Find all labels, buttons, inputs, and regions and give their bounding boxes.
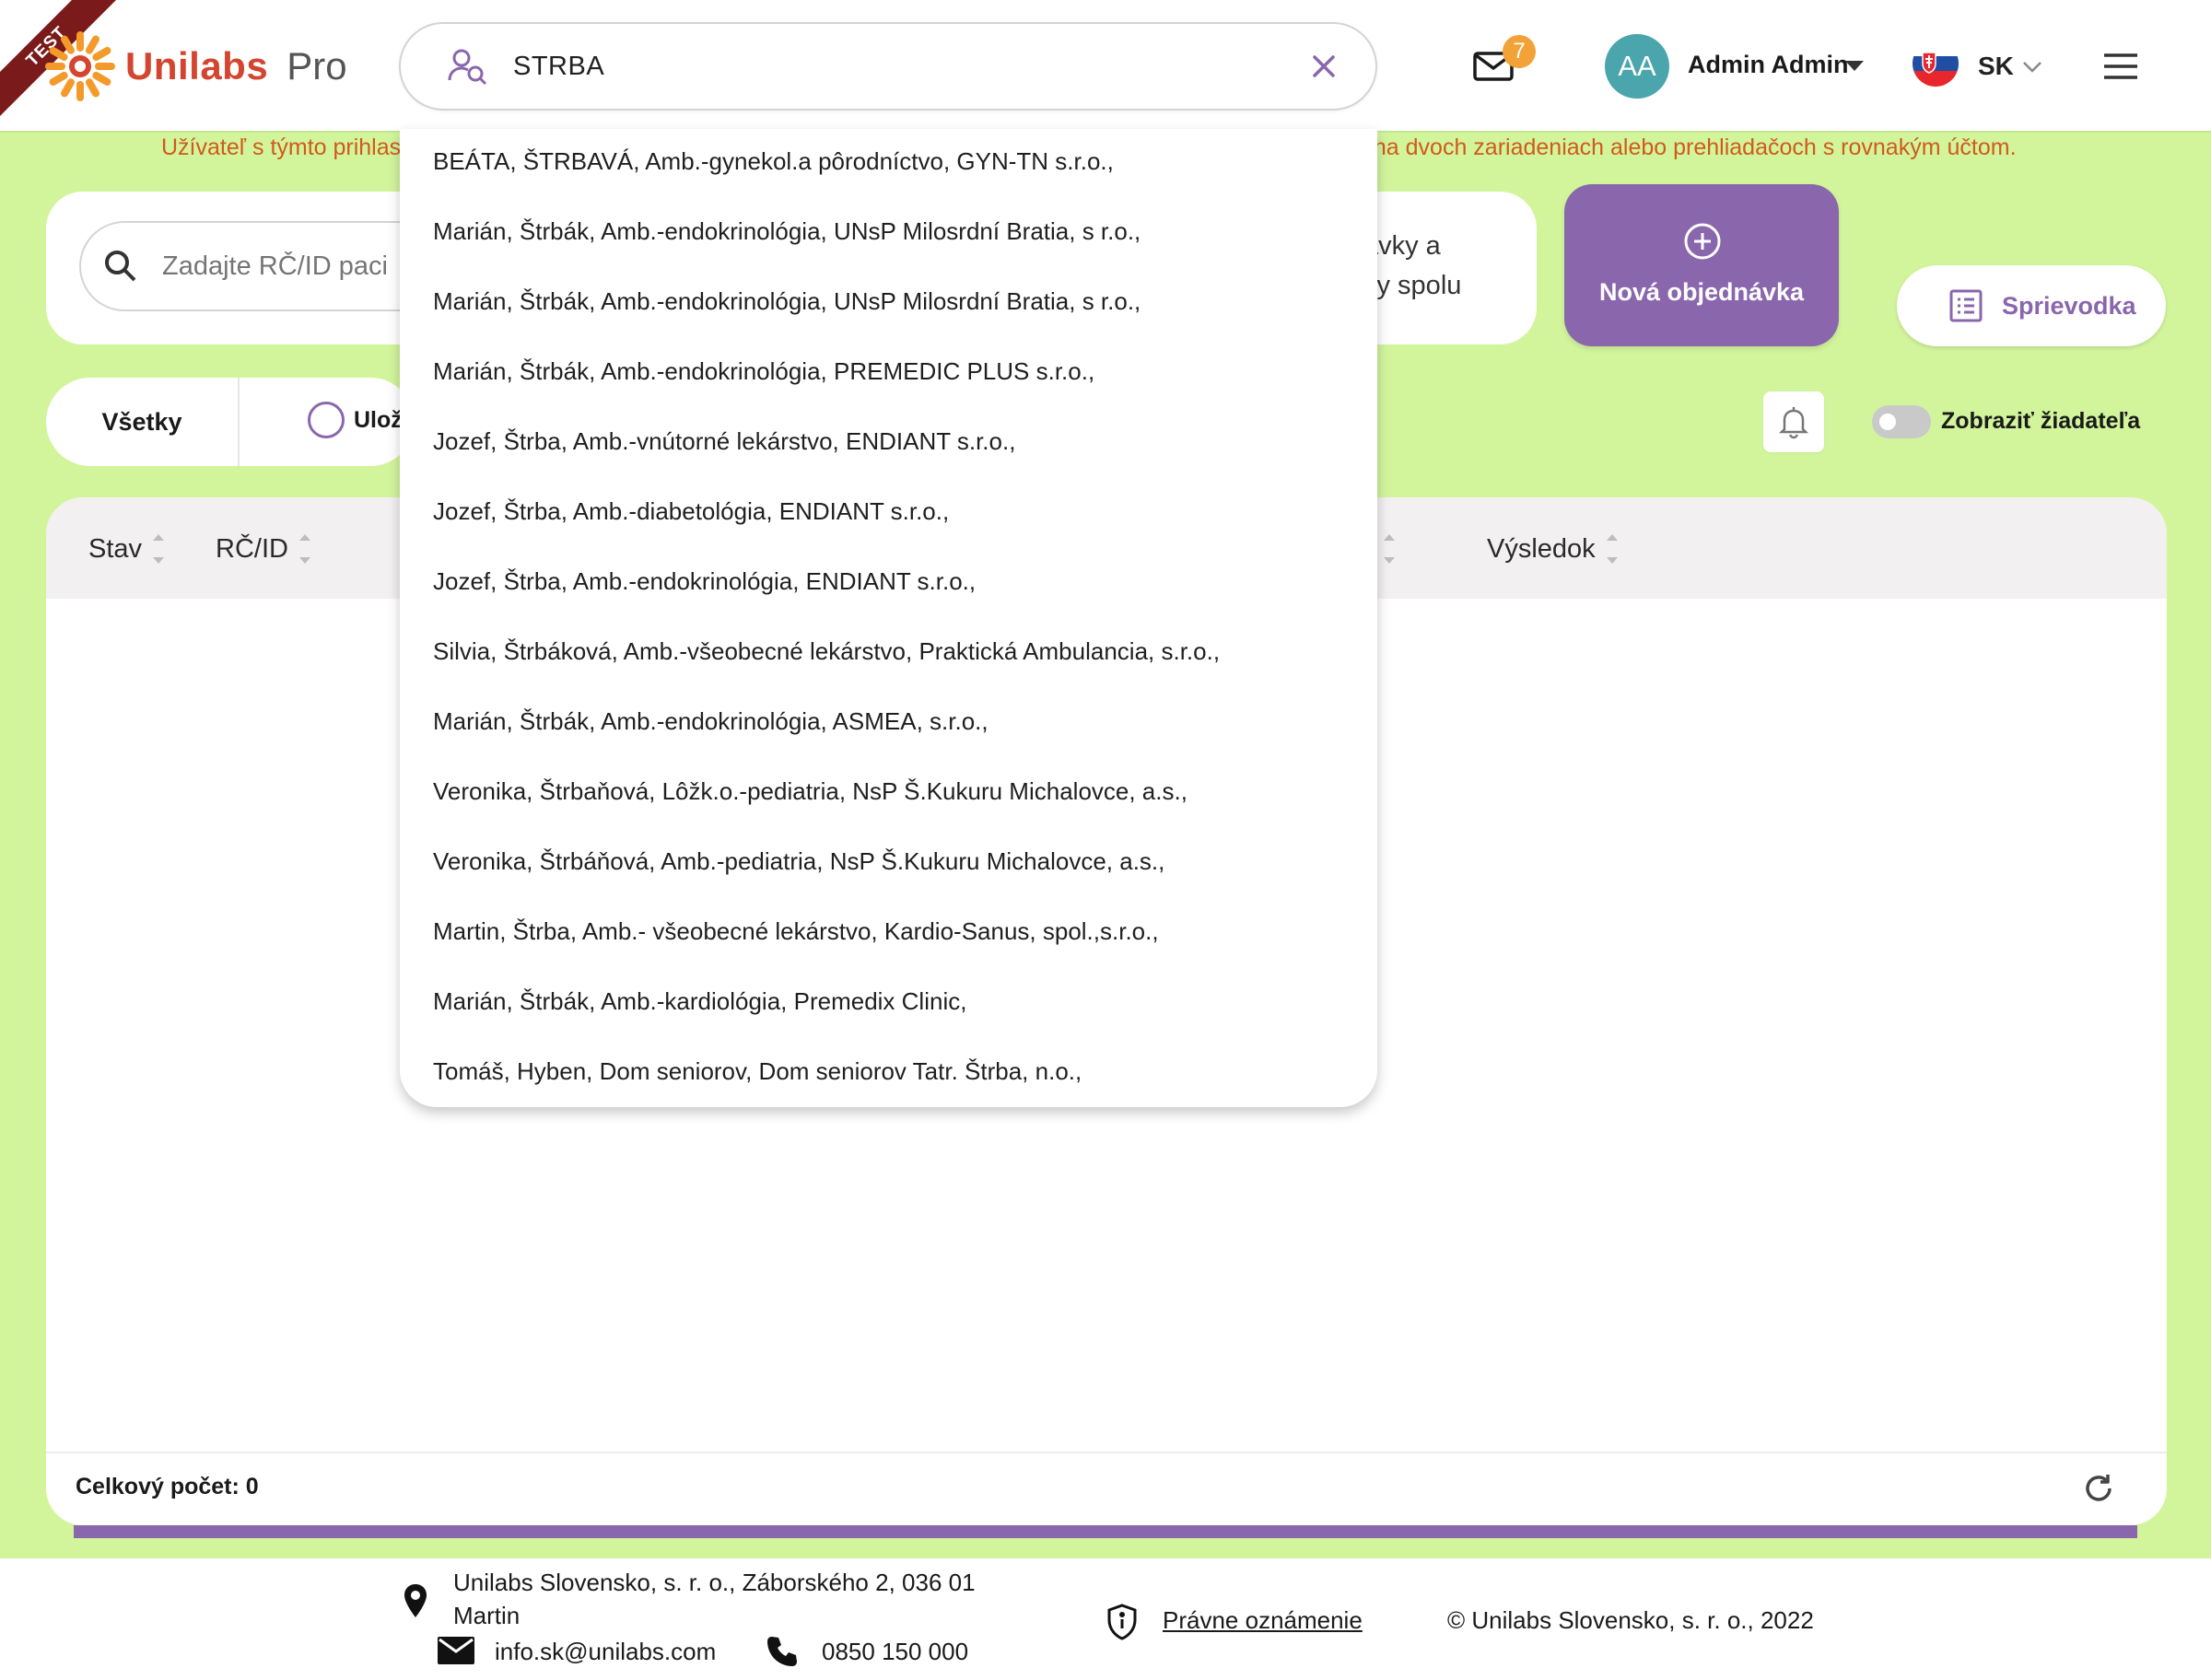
guide-button[interactable]: Sprievodka (1897, 265, 2166, 346)
patient-search-input[interactable] (162, 251, 439, 282)
combined-orders-line2: ky spolu (1363, 271, 1462, 300)
contact-phone[interactable]: 0850 150 000 (822, 1638, 968, 1666)
suggestion-item[interactable]: BEÁTA, ŠTRBAVÁ, Amb.-gynekol.a pôrodníct… (433, 147, 1114, 176)
suggestion-item[interactable]: Jozef, Štrba, Amb.-endokrinológia, ENDIA… (433, 567, 976, 596)
guide-label: Sprievodka (2002, 291, 2136, 320)
combined-orders-label[interactable]: ávky a ky spolu (1363, 227, 1511, 306)
user-search-icon (448, 49, 487, 86)
tab-all[interactable]: Všetky (46, 378, 240, 466)
menu-icon[interactable] (2102, 50, 2139, 83)
sort-icon[interactable] (1384, 531, 1395, 567)
requester-search-input[interactable] (513, 51, 1305, 82)
suggestion-item[interactable]: Veronika, Štrbáňová, Amb.-pediatria, NsP… (433, 847, 1164, 876)
new-order-label: Nová objednávka (1598, 278, 1805, 306)
suggestion-dropdown: BEÁTA, ŠTRBAVÁ, Amb.-gynekol.a pôrodníct… (400, 129, 1377, 1107)
document-list-icon (1949, 289, 1983, 322)
suggestion-item[interactable]: Marián, Štrbák, Amb.-endokrinológia, PRE… (433, 357, 1094, 386)
user-name[interactable]: Admin Admin (1688, 51, 1849, 79)
sun-logo-icon (45, 31, 115, 101)
suggestion-item[interactable]: Marián, Štrbák, Amb.-endokrinológia, ASM… (433, 707, 989, 736)
mail-count-badge: 7 (1503, 35, 1536, 68)
legal-notice-link[interactable]: Právne oznámenie (1163, 1606, 1363, 1635)
address-line-1: Unilabs Slovensko, s. r. o., Záborského … (453, 1569, 976, 1596)
shield-info-icon (1107, 1604, 1137, 1640)
table-bottom-accent (74, 1525, 2137, 1538)
suggestion-item[interactable]: Tomáš, Hyben, Dom seniorov, Dom seniorov… (433, 1057, 1082, 1086)
suggestion-item[interactable]: Jozef, Štrba, Amb.-vnútorné lekárstvo, E… (433, 427, 1015, 456)
radio-icon[interactable] (308, 402, 345, 438)
suggestion-item[interactable]: Jozef, Štrba, Amb.-diabetológia, ENDIANT… (433, 497, 949, 526)
location-pin-icon (404, 1584, 427, 1617)
column-label: Výsledok (1487, 533, 1596, 564)
total-count: Celkový počet: 0 (76, 1474, 259, 1499)
suggestion-item[interactable]: Marián, Štrbák, Amb.-endokrinológia, UNs… (433, 217, 1141, 246)
notifications-button[interactable] (1763, 391, 1824, 452)
language-code[interactable]: SK (1978, 52, 2014, 81)
footer: Unilabs Slovensko, s. r. o., Záborského … (0, 1558, 2211, 1680)
brand-name: Unilabs (125, 44, 269, 88)
column-header-rc[interactable]: RČ/ID (216, 531, 310, 567)
toggle-knob (1879, 414, 1896, 430)
column-label: RČ/ID (216, 533, 288, 564)
requester-search (399, 22, 1377, 111)
session-warning-right: í na dvoch zariadeniach alebo prehliadač… (1361, 134, 2017, 160)
sort-icon[interactable] (1606, 531, 1618, 567)
copyright: © Unilabs Slovensko, s. r. o., 2022 (1447, 1606, 1814, 1634)
table-footer: Celkový počet: 0 (46, 1452, 2167, 1525)
avatar[interactable]: AA (1605, 34, 1669, 99)
suggestion-item[interactable]: Marián, Štrbák, Amb.-endokrinológia, UNs… (433, 287, 1141, 316)
chevron-down-icon[interactable] (2019, 53, 2045, 79)
product-name: Pro (287, 44, 347, 88)
column-header-vysledok[interactable]: Výsledok (1487, 531, 1618, 567)
show-requester-toggle[interactable] (1872, 405, 1931, 438)
clear-icon[interactable] (1305, 48, 1342, 85)
contact-email[interactable]: info.sk@unilabs.com (495, 1638, 716, 1666)
session-warning-left: Užívateľ s týmto prihlas (161, 134, 402, 160)
email-icon (438, 1637, 474, 1664)
address-line-2: Martin (453, 1602, 521, 1629)
search-icon (105, 251, 136, 282)
suggestion-item[interactable]: Martin, Štrba, Amb.- všeobecné lekárstvo… (433, 917, 1159, 946)
brand-logo[interactable]: Unilabs Pro (42, 28, 347, 105)
company-address: Unilabs Slovensko, s. r. o., Záborského … (453, 1566, 988, 1632)
refresh-icon[interactable] (2080, 1470, 2117, 1507)
suggestion-item[interactable]: Veronika, Štrbaňová, Lôžk.o.-pediatria, … (433, 777, 1187, 806)
sort-icon[interactable] (298, 531, 310, 567)
flag-sk-icon[interactable] (1913, 41, 1959, 87)
top-bar: TEST Unilabs Pro STRBA 7 AA Admin Admin … (0, 0, 2211, 133)
column-header-stav[interactable]: Stav (88, 531, 165, 567)
column-label: Stav (88, 533, 143, 564)
user-menu-caret-icon[interactable] (1845, 61, 1864, 71)
plus-circle-icon (1684, 223, 1721, 260)
combined-orders-line1: ávky a (1363, 231, 1441, 261)
bell-icon (1778, 407, 1809, 439)
new-order-button[interactable]: Nová objednávka (1564, 184, 1839, 346)
phone-icon (767, 1637, 797, 1666)
sort-icon[interactable] (153, 531, 165, 567)
suggestion-item[interactable]: Silvia, Štrbáková, Amb.-všeobecné lekárs… (433, 637, 1220, 666)
suggestion-item[interactable]: Marián, Štrbák, Amb.-kardiológia, Premed… (433, 987, 966, 1016)
show-requester-label: Zobraziť žiadateľa (1941, 408, 2141, 434)
